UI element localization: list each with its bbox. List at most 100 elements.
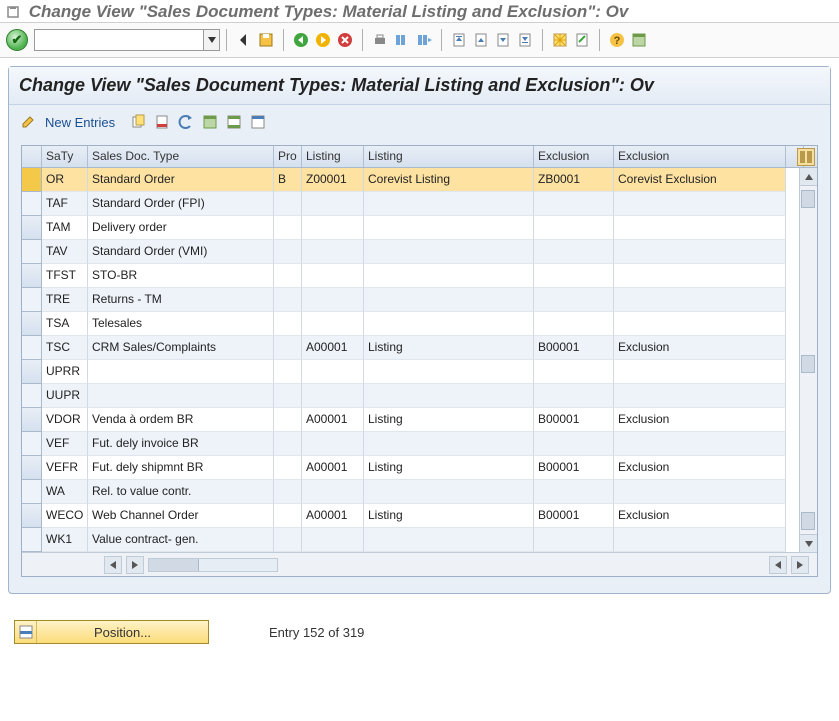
cell-saty[interactable]: OR xyxy=(42,168,88,192)
row-selector[interactable] xyxy=(22,192,42,216)
cell-listing[interactable]: Z00001 xyxy=(302,168,364,192)
table-row[interactable]: VEFFut. dely invoice BR xyxy=(22,432,817,456)
cell-exclusion-desc[interactable] xyxy=(614,528,786,552)
copy-as-icon[interactable] xyxy=(127,111,149,133)
scroll-thumb-top[interactable] xyxy=(801,190,815,208)
cell-listing[interactable] xyxy=(302,192,364,216)
cell-pro[interactable] xyxy=(274,384,302,408)
cell-listing[interactable] xyxy=(302,240,364,264)
save-icon[interactable] xyxy=(255,29,277,51)
cell-pro[interactable] xyxy=(274,360,302,384)
cell-pro[interactable] xyxy=(274,432,302,456)
scroll-down-icon[interactable] xyxy=(800,534,817,552)
scroll-thumb-mid[interactable] xyxy=(801,355,815,373)
new-entries-button[interactable]: New Entries xyxy=(45,115,115,130)
change-icon[interactable] xyxy=(17,111,39,133)
col-exclusion-desc[interactable]: Exclusion xyxy=(614,146,786,167)
cell-exclusion[interactable]: B00001 xyxy=(534,504,614,528)
scroll-up-icon[interactable] xyxy=(800,168,817,186)
table-row[interactable]: WARel. to value contr. xyxy=(22,480,817,504)
table-row[interactable]: UPRR xyxy=(22,360,817,384)
cell-pro[interactable] xyxy=(274,216,302,240)
cell-listing[interactable] xyxy=(302,528,364,552)
select-all-icon[interactable] xyxy=(199,111,221,133)
cell-sdt[interactable]: Fut. dely invoice BR xyxy=(88,432,274,456)
layout-menu-icon[interactable] xyxy=(628,29,650,51)
cell-exclusion-desc[interactable]: Exclusion xyxy=(614,336,786,360)
cell-pro[interactable] xyxy=(274,240,302,264)
cell-exclusion[interactable]: B00001 xyxy=(534,456,614,480)
row-selector[interactable] xyxy=(22,216,42,240)
table-row[interactable]: TAFStandard Order (FPI) xyxy=(22,192,817,216)
table-row[interactable]: TFSTSTO-BR xyxy=(22,264,817,288)
col-listing-desc[interactable]: Listing xyxy=(364,146,534,167)
table-row[interactable]: WK1Value contract- gen. xyxy=(22,528,817,552)
hscroll-right-icon[interactable] xyxy=(126,556,144,574)
cell-listing[interactable] xyxy=(302,216,364,240)
cell-listing-desc[interactable] xyxy=(364,216,534,240)
cell-listing[interactable]: A00001 xyxy=(302,336,364,360)
hscroll-left2-icon[interactable] xyxy=(769,556,787,574)
cell-pro[interactable] xyxy=(274,264,302,288)
col-exclusion[interactable]: Exclusion xyxy=(534,146,614,167)
table-row[interactable]: TAVStandard Order (VMI) xyxy=(22,240,817,264)
cell-exclusion[interactable] xyxy=(534,384,614,408)
deselect-all-icon[interactable] xyxy=(247,111,269,133)
cell-exclusion[interactable] xyxy=(534,360,614,384)
cell-pro[interactable] xyxy=(274,288,302,312)
cell-saty[interactable]: TSA xyxy=(42,312,88,336)
table-row[interactable]: TREReturns - TM xyxy=(22,288,817,312)
last-page-icon[interactable] xyxy=(514,29,536,51)
hscroll-track[interactable] xyxy=(148,558,278,572)
prev-page-icon[interactable] xyxy=(470,29,492,51)
cell-saty[interactable]: VDOR xyxy=(42,408,88,432)
delete-icon[interactable] xyxy=(151,111,173,133)
new-session-icon[interactable] xyxy=(549,29,571,51)
cell-pro[interactable] xyxy=(274,336,302,360)
cell-listing[interactable]: A00001 xyxy=(302,456,364,480)
cell-exclusion-desc[interactable]: Exclusion xyxy=(614,456,786,480)
row-selector[interactable] xyxy=(22,312,42,336)
cell-saty[interactable]: TFST xyxy=(42,264,88,288)
row-selector[interactable] xyxy=(22,288,42,312)
cell-saty[interactable]: TAV xyxy=(42,240,88,264)
scroll-thumb-bot[interactable] xyxy=(801,512,815,530)
row-selector[interactable] xyxy=(22,384,42,408)
cell-listing-desc[interactable]: Listing xyxy=(364,408,534,432)
cell-exclusion-desc[interactable]: Exclusion xyxy=(614,504,786,528)
cell-listing-desc[interactable] xyxy=(364,360,534,384)
cell-exclusion[interactable]: B00001 xyxy=(534,336,614,360)
cell-listing[interactable] xyxy=(302,480,364,504)
cell-pro[interactable] xyxy=(274,456,302,480)
vertical-scrollbar[interactable] xyxy=(799,168,817,552)
cell-listing[interactable]: A00001 xyxy=(302,504,364,528)
cell-listing[interactable] xyxy=(302,384,364,408)
cell-sdt[interactable]: Venda à ordem BR xyxy=(88,408,274,432)
next-page-icon[interactable] xyxy=(492,29,514,51)
cell-saty[interactable]: WK1 xyxy=(42,528,88,552)
cell-saty[interactable]: TAF xyxy=(42,192,88,216)
cell-listing-desc[interactable] xyxy=(364,192,534,216)
back-green-icon[interactable] xyxy=(290,29,312,51)
cell-exclusion[interactable] xyxy=(534,312,614,336)
cell-saty[interactable]: UPRR xyxy=(42,360,88,384)
cell-exclusion-desc[interactable] xyxy=(614,312,786,336)
cell-exclusion-desc[interactable] xyxy=(614,384,786,408)
cell-listing-desc[interactable] xyxy=(364,528,534,552)
cell-exclusion-desc[interactable] xyxy=(614,192,786,216)
cell-sdt[interactable] xyxy=(88,360,274,384)
cell-exclusion[interactable]: B00001 xyxy=(534,408,614,432)
cell-exclusion-desc[interactable] xyxy=(614,216,786,240)
cell-exclusion-desc[interactable] xyxy=(614,480,786,504)
cell-listing-desc[interactable] xyxy=(364,480,534,504)
cell-listing-desc[interactable] xyxy=(364,288,534,312)
table-row[interactable]: WECOWeb Channel OrderA00001ListingB00001… xyxy=(22,504,817,528)
cell-listing[interactable] xyxy=(302,312,364,336)
cell-pro[interactable] xyxy=(274,504,302,528)
cell-listing-desc[interactable]: Corevist Listing xyxy=(364,168,534,192)
cell-listing-desc[interactable] xyxy=(364,312,534,336)
cell-exclusion[interactable] xyxy=(534,432,614,456)
row-selector[interactable] xyxy=(22,504,42,528)
cell-saty[interactable]: UUPR xyxy=(42,384,88,408)
cell-saty[interactable]: TRE xyxy=(42,288,88,312)
